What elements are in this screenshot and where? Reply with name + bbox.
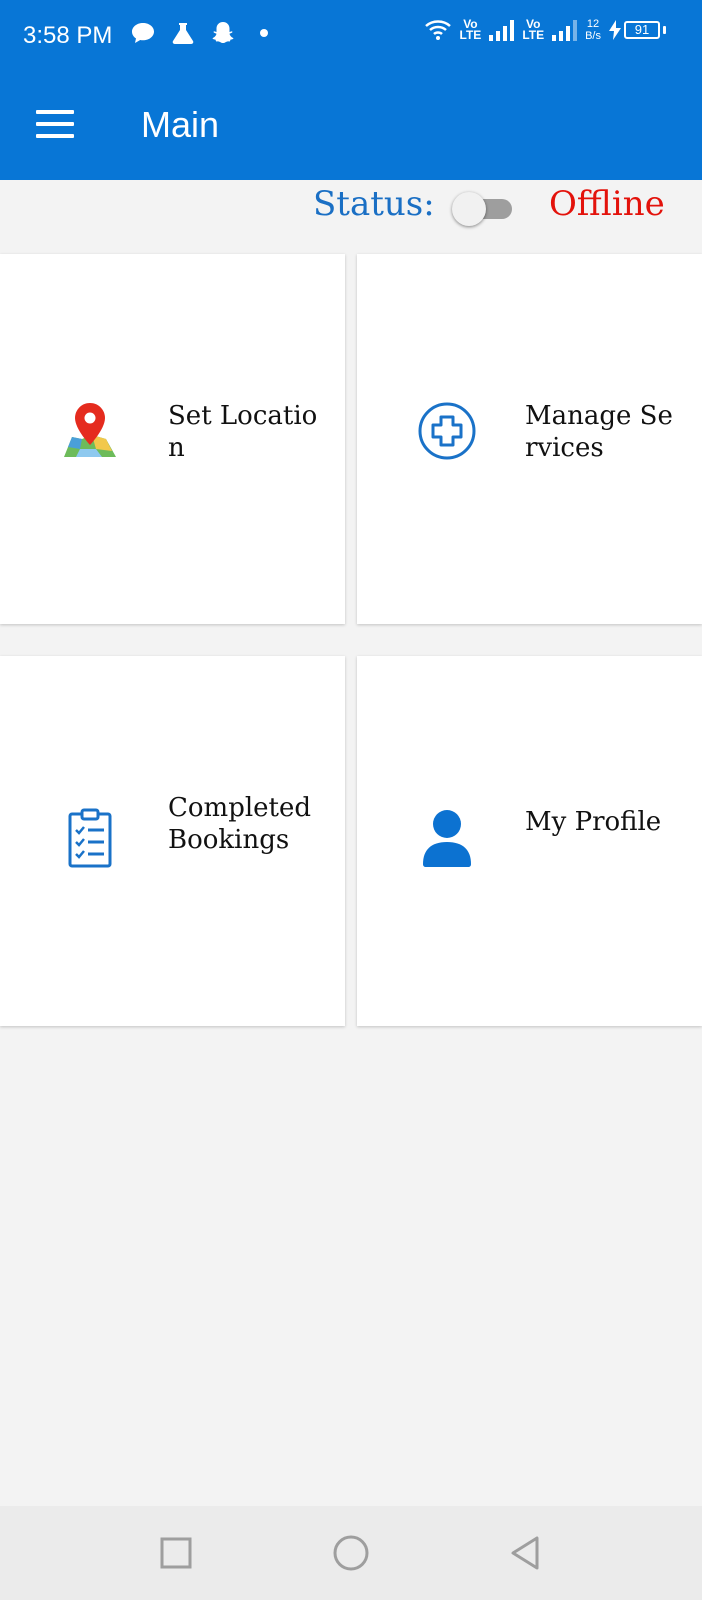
clipboard-checklist-icon: [68, 808, 112, 868]
square-recents-icon[interactable]: [154, 1531, 198, 1575]
triangle-back-icon[interactable]: [505, 1531, 549, 1575]
signal-icon: [552, 19, 578, 41]
system-status-bar: 3:58 PM Vo LTE Vo LTE 12 B/s 91: [0, 0, 702, 72]
status-value: Offline: [549, 184, 665, 224]
manage-services-tile[interactable]: Manage Services: [357, 254, 702, 624]
system-navigation-bar: [0, 1506, 702, 1600]
clock-time: 3:58 PM: [23, 22, 113, 49]
tile-label: Set Location: [168, 401, 318, 463]
charging-icon: [609, 20, 621, 40]
wifi-icon: [424, 20, 451, 40]
sim1-lte-indicator: Vo LTE: [459, 17, 482, 42]
chat-icon: [132, 23, 154, 43]
battery-tip: [663, 26, 666, 34]
tile-label: Completed Bookings: [168, 793, 312, 855]
status-row: Status: Offline: [0, 182, 702, 242]
toggle-thumb: [452, 192, 486, 226]
status-label: Status:: [313, 184, 435, 224]
dot-icon: [260, 29, 268, 37]
sim2-lte-indicator: Vo LTE: [522, 17, 545, 42]
tile-label: Manage Services: [525, 401, 673, 463]
plus-circle-icon: [418, 402, 476, 460]
flask-icon: [172, 23, 194, 44]
battery-level: 91: [624, 21, 660, 39]
tile-label: My Profile: [525, 807, 662, 837]
page-title: Main: [141, 104, 220, 145]
set-location-tile[interactable]: Set Location: [0, 254, 345, 624]
network-speed: 12 B/s: [585, 18, 601, 42]
signal-icon: [489, 19, 515, 41]
online-status-toggle[interactable]: [452, 190, 514, 226]
snapchat-icon: [212, 22, 234, 44]
system-indicators: Vo LTE Vo LTE 12 B/s 91: [424, 18, 666, 42]
my-profile-tile[interactable]: My Profile: [357, 656, 702, 1026]
hamburger-menu-icon[interactable]: [36, 110, 74, 138]
user-icon: [423, 810, 471, 867]
circle-home-icon[interactable]: [329, 1531, 373, 1575]
completed-bookings-tile[interactable]: Completed Bookings: [0, 656, 345, 1026]
app-bar: Main: [0, 72, 702, 180]
map-pin-icon: [64, 403, 116, 457]
battery-indicator: 91: [609, 20, 666, 40]
notification-icons: [130, 20, 268, 46]
